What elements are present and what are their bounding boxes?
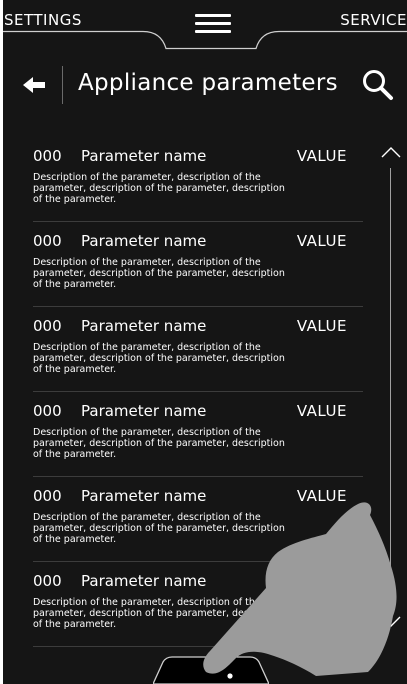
parameter-value: VALUE bbox=[296, 232, 347, 250]
parameter-name: Parameter name bbox=[81, 572, 207, 590]
parameter-row[interactable]: 000 Parameter name VALUE Description of the… bbox=[33, 222, 363, 307]
description-line: of the parameter. bbox=[33, 364, 117, 375]
parameter-value: VALUE bbox=[296, 487, 347, 505]
description-line: Description of the parameter, descriptio… bbox=[33, 342, 261, 353]
bottom-tab[interactable] bbox=[152, 656, 270, 684]
header-divider bbox=[62, 66, 63, 104]
bottom-tab-shape bbox=[152, 656, 270, 684]
parameter-name: Parameter name bbox=[81, 402, 207, 420]
page-title: Appliance parameters bbox=[78, 70, 338, 96]
description-line: of the parameter. bbox=[33, 619, 117, 630]
top-tab-bar: SETTINGS SERVICE bbox=[3, 0, 407, 50]
appliance-screen: SETTINGS SERVICE Appliance parameters 00… bbox=[3, 0, 407, 684]
parameter-row[interactable]: 000 Parameter name VALUE Description of the… bbox=[33, 477, 363, 562]
scroll-up-button[interactable] bbox=[380, 144, 402, 160]
parameter-row[interactable]: 000 Parameter name Description of the para… bbox=[33, 562, 363, 647]
description-line: of the parameter. bbox=[33, 279, 117, 290]
parameter-description: Description of the parameter, descriptio… bbox=[33, 427, 351, 460]
search-button[interactable] bbox=[359, 66, 397, 104]
description-line: parameter, description of the parameter,… bbox=[33, 268, 285, 279]
parameter-name: Parameter name bbox=[81, 147, 207, 165]
menu-button[interactable] bbox=[190, 11, 236, 37]
parameter-code: 000 bbox=[33, 147, 62, 165]
parameter-name: Parameter name bbox=[81, 317, 207, 335]
description-line: Description of the parameter, descriptio… bbox=[33, 512, 261, 523]
back-button[interactable] bbox=[19, 68, 51, 102]
chevron-up-icon bbox=[381, 147, 401, 158]
parameter-description: Description of the parameter, descriptio… bbox=[33, 172, 351, 205]
description-line: parameter, description of the parameter,… bbox=[33, 523, 285, 534]
description-line: Description of the parameter, descriptio… bbox=[33, 597, 261, 608]
parameter-row[interactable]: 000 Parameter name VALUE Description of the… bbox=[33, 307, 363, 392]
tab-service[interactable]: SERVICE bbox=[340, 11, 407, 29]
chevron-down-icon bbox=[381, 616, 401, 627]
description-line: parameter, description of the parameter,… bbox=[33, 353, 285, 364]
search-icon bbox=[363, 70, 393, 100]
parameter-code: 000 bbox=[33, 402, 62, 420]
parameter-row[interactable]: 000 Parameter name VALUE Description of the… bbox=[33, 392, 363, 477]
parameter-name: Parameter name bbox=[81, 232, 207, 250]
parameter-value: VALUE bbox=[296, 402, 347, 420]
parameter-code: 000 bbox=[33, 232, 62, 250]
dot-indicator-icon bbox=[227, 673, 233, 679]
parameter-value: VALUE bbox=[296, 317, 347, 335]
parameter-row[interactable]: 000 Parameter name VALUE Description of the… bbox=[33, 137, 363, 222]
parameter-description: Description of the parameter, descriptio… bbox=[33, 257, 351, 290]
parameter-list[interactable]: 000 Parameter name VALUE Description of the… bbox=[3, 137, 363, 665]
description-line: Description of the parameter, descriptio… bbox=[33, 427, 261, 438]
parameter-code: 000 bbox=[33, 317, 62, 335]
parameter-description: Description of the parameter, descriptio… bbox=[33, 597, 351, 630]
description-line: Description of the parameter, descriptio… bbox=[33, 257, 261, 268]
scrollbar-track[interactable] bbox=[390, 168, 391, 608]
description-line: parameter, description of the parameter,… bbox=[33, 608, 285, 619]
tab-settings[interactable]: SETTINGS bbox=[4, 11, 82, 29]
scroll-down-button[interactable] bbox=[380, 614, 402, 630]
arrow-left-icon bbox=[23, 77, 45, 93]
parameter-name: Parameter name bbox=[81, 487, 207, 505]
parameter-description: Description of the parameter, descriptio… bbox=[33, 512, 351, 545]
description-line: of the parameter. bbox=[33, 534, 117, 545]
description-line: Description of the parameter, descriptio… bbox=[33, 172, 261, 183]
description-line: of the parameter. bbox=[33, 194, 117, 205]
description-line: of the parameter. bbox=[33, 449, 117, 460]
parameter-value: VALUE bbox=[296, 147, 347, 165]
parameter-code: 000 bbox=[33, 572, 62, 590]
parameter-description: Description of the parameter, descriptio… bbox=[33, 342, 351, 375]
parameter-code: 000 bbox=[33, 487, 62, 505]
page-header: Appliance parameters bbox=[3, 62, 407, 112]
description-line: parameter, description of the parameter,… bbox=[33, 183, 285, 194]
description-line: parameter, description of the parameter,… bbox=[33, 438, 285, 449]
